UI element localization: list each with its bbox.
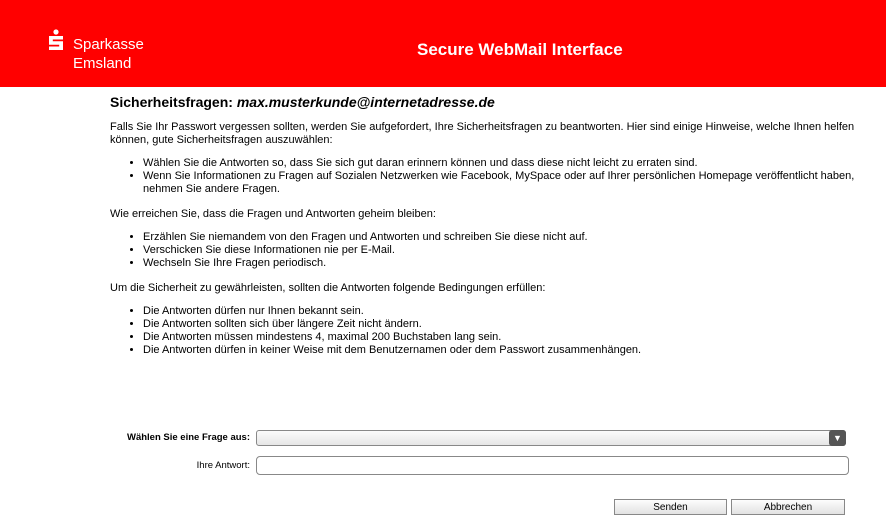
question-select[interactable]: ▼ [256, 430, 846, 446]
answer-input[interactable] [256, 456, 849, 475]
header-bar: Sparkasse Emsland Secure WebMail Interfa… [0, 0, 886, 87]
cancel-button[interactable]: Abbrechen [731, 499, 845, 515]
list-item: Die Antworten dürfen in keiner Weise mit… [143, 344, 855, 357]
answer-label: Ihre Antwort: [196, 460, 250, 471]
list-item: Wechseln Sie Ihre Fragen periodisch. [143, 257, 855, 270]
intro-text: Falls Sie Ihr Passwort vergessen sollten… [110, 121, 855, 146]
brand-line2: Emsland [73, 55, 132, 72]
list-item: Verschicken Sie diese Informationen nie … [143, 244, 855, 257]
app-title: Secure WebMail Interface [417, 40, 623, 59]
page-title: Sicherheitsfragen: max.musterkunde@inter… [110, 93, 855, 111]
secret-list: Erzählen Sie niemandem von den Fragen un… [110, 231, 855, 270]
list-item: Wenn Sie Informationen zu Fragen auf Soz… [143, 170, 855, 196]
question-label: Wählen Sie eine Frage aus: [126, 432, 250, 443]
page-title-prefix: Sicherheitsfragen: [110, 94, 233, 110]
submit-button[interactable]: Senden [614, 499, 727, 515]
brand-line1: Sparkasse [73, 36, 144, 53]
sparkasse-logo-icon [49, 29, 63, 50]
list-item: Die Antworten dürfen nur Ihnen bekannt s… [143, 305, 855, 318]
brand-name: Sparkasse Emsland [73, 35, 144, 73]
conditions-heading: Um die Sicherheit zu gewährleisten, soll… [110, 282, 546, 294]
list-item: Wählen Sie die Antworten so, dass Sie si… [143, 157, 855, 170]
list-item: Die Antworten müssen mindestens 4, maxim… [143, 331, 855, 344]
chevron-down-icon[interactable]: ▼ [829, 430, 846, 446]
user-email: max.musterkunde@internetadresse.de [236, 94, 495, 110]
list-item: Erzählen Sie niemandem von den Fragen un… [143, 231, 855, 244]
conditions-list: Die Antworten dürfen nur Ihnen bekannt s… [110, 305, 855, 357]
main-content: Sicherheitsfragen: max.musterkunde@inter… [110, 93, 855, 369]
secret-heading: Wie erreichen Sie, dass die Fragen und A… [110, 208, 436, 220]
list-item: Die Antworten sollten sich über längere … [143, 318, 855, 331]
tips-list: Wählen Sie die Antworten so, dass Sie si… [110, 157, 855, 196]
